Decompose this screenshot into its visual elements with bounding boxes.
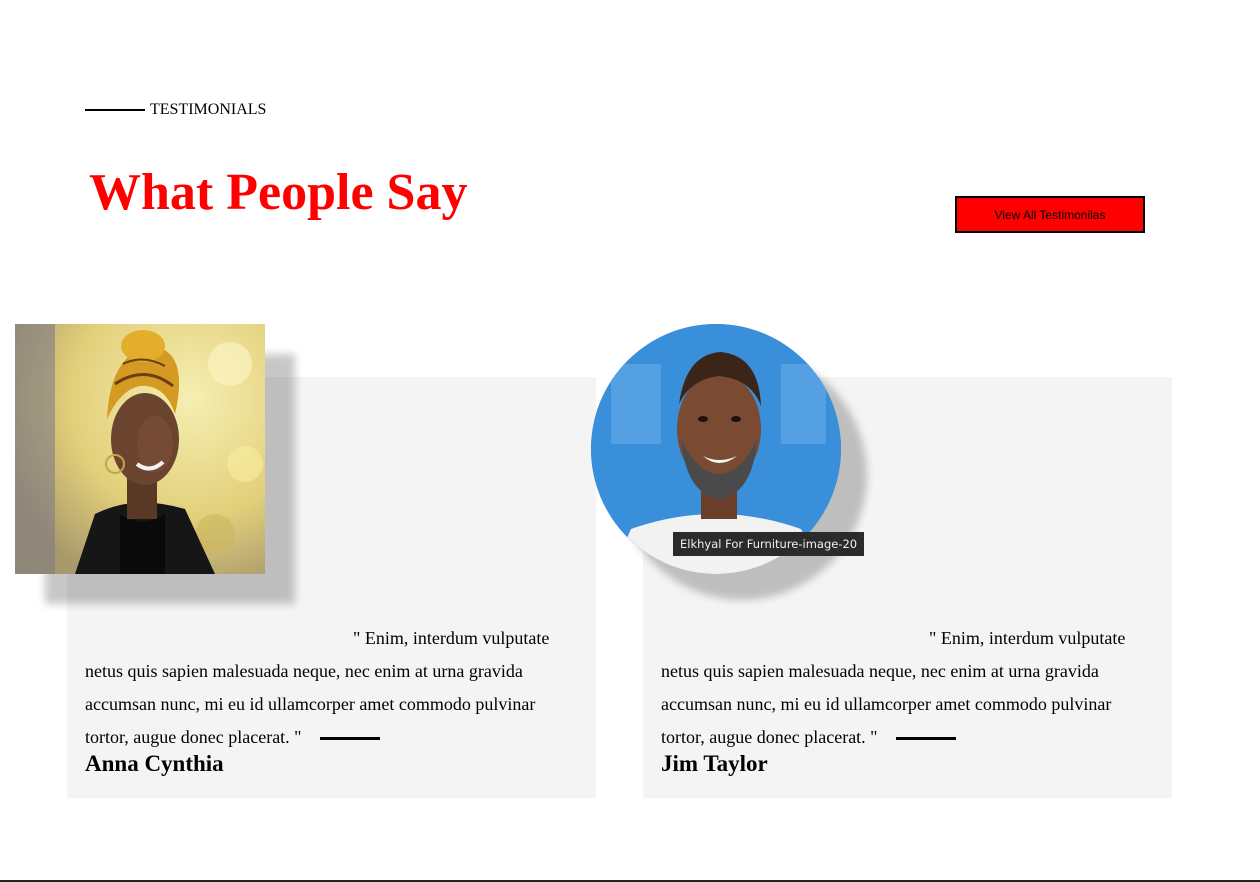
testimonial-author: Jim Taylor (661, 751, 768, 776)
eyebrow-label: TESTIMONIALS (150, 101, 267, 118)
section-eyebrow: TESTIMONIALS (85, 101, 266, 119)
quote-dash (319, 737, 380, 741)
woman-portrait-icon (15, 324, 265, 574)
quote-dash (895, 737, 956, 741)
testimonial-author: Anna Cynthia (85, 751, 224, 776)
page-title: What People Say (89, 164, 468, 221)
quote-text: " Enim, interdum vulputate netus quis sa… (661, 628, 1126, 747)
woman-portrait-photo (15, 324, 265, 574)
testimonial-quote: " Enim, interdum vulputate netus quis sa… (85, 622, 575, 754)
testimonial-quote: " Enim, interdum vulputate netus quis sa… (661, 622, 1151, 754)
eyebrow-rule (85, 109, 145, 111)
view-all-testimonials-button[interactable]: View All Testimonilas (955, 196, 1145, 233)
image-tooltip: Elkhyal For Furniture-image-20 (673, 532, 865, 556)
quote-text: " Enim, interdum vulputate netus quis sa… (85, 628, 550, 747)
